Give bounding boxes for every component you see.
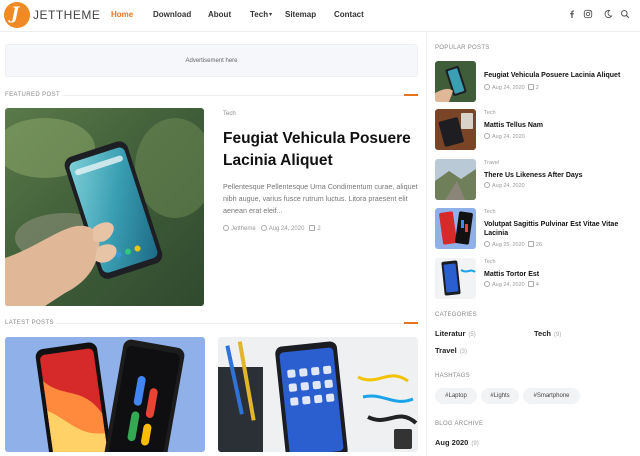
featured-category[interactable]: Tech: [223, 111, 236, 117]
comment-icon: [527, 281, 534, 287]
comment-icon: [309, 225, 316, 231]
popular-post-meta: Aug 24, 2020: [484, 182, 525, 189]
popular-post-category[interactable]: Tech: [484, 209, 496, 215]
featured-excerpt: Pellentesque Pellentesque Urna Condiment…: [223, 182, 418, 215]
latest-post-image[interactable]: [218, 337, 418, 452]
popular-post[interactable]: Tech Mattis Tellus Nam Aug 24, 2020: [435, 109, 635, 151]
popular-post-meta: Aug 24, 2020: [484, 133, 525, 140]
clock-icon: [260, 225, 267, 231]
popular-post-title[interactable]: Mattis Tortor Est: [484, 270, 634, 279]
popular-post-title[interactable]: Volutpat Sagittis Pulvinar Est Vitae Vit…: [484, 220, 634, 238]
popular-post-title[interactable]: There Us Likeness After Days: [484, 171, 634, 180]
nav-about[interactable]: About: [208, 10, 231, 19]
popular-post-meta: Aug 24, 2020 4: [484, 281, 539, 288]
popular-post-category[interactable]: Tech: [484, 110, 496, 116]
featured-title[interactable]: Feugiat Vehicula Posuere Lacinia Aliquet: [223, 128, 423, 172]
search-icon[interactable]: [620, 9, 630, 19]
nav-download[interactable]: Download: [153, 10, 191, 19]
brand-name[interactable]: JETTHEME: [33, 8, 100, 22]
featured-author[interactable]: Jettheme: [231, 226, 256, 232]
instagram-icon[interactable]: [583, 9, 593, 19]
popular-post[interactable]: Tech Volutpat Sagittis Pulvinar Est Vita…: [435, 208, 635, 250]
featured-comments[interactable]: 2: [317, 226, 320, 232]
nav-contact[interactable]: Contact: [334, 10, 364, 19]
popular-post-meta: Aug 25, 2020 26: [484, 241, 542, 248]
advertisement-text: Advertisement here: [185, 58, 238, 64]
popular-post-title[interactable]: Mattis Tellus Nam: [484, 121, 634, 130]
clock-icon: [484, 182, 490, 188]
popular-post[interactable]: Travel There Us Likeness After Days Aug …: [435, 159, 635, 201]
popular-post-thumb[interactable]: [435, 61, 476, 102]
popular-post[interactable]: Tech Mattis Tortor Est Aug 24, 2020 4: [435, 258, 635, 300]
latest-section-title: LATEST POSTS: [5, 320, 54, 326]
chevron-down-icon: ▾: [269, 12, 273, 18]
sidebar-divider: [426, 32, 427, 456]
popular-posts-title: POPULAR POSTS: [435, 45, 490, 51]
divider: [62, 95, 418, 96]
popular-post[interactable]: Feugiat Vehicula Posuere Lacinia Aliquet…: [435, 61, 635, 103]
featured-date: Aug 24, 2020: [268, 226, 305, 232]
nav-sitemap[interactable]: Sitemap: [285, 10, 316, 19]
popular-post-title[interactable]: Feugiat Vehicula Posuere Lacinia Aliquet: [484, 71, 634, 80]
featured-image[interactable]: [5, 108, 204, 306]
facebook-icon[interactable]: [567, 9, 577, 19]
category-tech[interactable]: Tech (9): [534, 329, 561, 338]
comment-icon: [527, 84, 534, 90]
archive-item[interactable]: Aug 2020 (9): [435, 438, 479, 447]
nav-home[interactable]: Home: [111, 10, 133, 19]
popular-post-meta: Aug 24, 2020 2: [484, 84, 539, 91]
popular-post-thumb[interactable]: [435, 208, 476, 249]
comment-icon: [527, 241, 534, 247]
popular-post-category[interactable]: Tech: [484, 259, 496, 265]
popular-post-thumb[interactable]: [435, 109, 476, 150]
dark-mode-icon[interactable]: [603, 9, 613, 19]
categories-title: CATEGORIES: [435, 312, 477, 318]
clock-icon: [484, 281, 490, 287]
hashtag-lights[interactable]: #Lights: [481, 388, 519, 404]
user-icon: [223, 225, 229, 231]
featured-section-title: FEATURED POST: [5, 92, 61, 98]
featured-meta: Jettheme Aug 24, 2020 2: [223, 225, 321, 232]
clock-icon: [484, 241, 490, 247]
hashtags-title: HASHTAGS: [435, 373, 470, 379]
popular-post-thumb[interactable]: [435, 159, 476, 200]
popular-post-category[interactable]: Travel: [484, 160, 499, 166]
hashtag-laptop[interactable]: #Laptop: [435, 388, 477, 404]
advertisement-banner[interactable]: Advertisement here: [5, 44, 418, 77]
section-accent: [404, 94, 418, 96]
blog-archive-title: BLOG ARCHIVE: [435, 421, 484, 427]
category-literatur[interactable]: Literatur (5): [435, 329, 476, 338]
hashtag-smartphone[interactable]: #Smartphone: [523, 388, 580, 404]
divider: [56, 323, 418, 324]
popular-post-thumb[interactable]: [435, 258, 476, 299]
clock-icon: [484, 133, 490, 139]
section-accent: [404, 322, 418, 324]
clock-icon: [484, 84, 490, 90]
site-header: J JETTHEME Home Download About Tech ▾ Si…: [0, 0, 640, 32]
latest-post-image[interactable]: [5, 337, 205, 452]
logo-icon[interactable]: J: [4, 2, 30, 28]
category-travel[interactable]: Travel (3): [435, 346, 467, 355]
nav-tech[interactable]: Tech: [250, 10, 268, 19]
